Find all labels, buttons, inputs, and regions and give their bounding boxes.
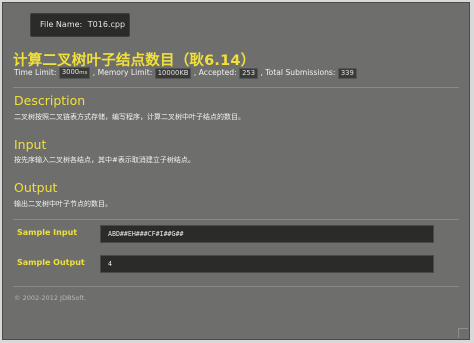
accepted-label: , Accepted: [193,68,237,77]
footer-divider [13,286,459,287]
total-submissions-value: 339 [337,67,357,79]
memory-limit-value: 10000KB [154,67,192,79]
sample-output-box[interactable]: 4 [100,255,434,273]
file-name-label: File Name: [40,20,83,29]
input-heading: Input [14,137,47,152]
problem-stats: Time Limit: 3000ms , Memory Limit: 10000… [14,67,357,79]
total-submissions-label: , Total Submissions: [260,68,336,77]
header-divider [13,87,459,88]
copyright-footer: © 2002-2012 JDBSoft. [14,294,87,302]
output-text: 输出二叉树中叶子节点的数目。 [14,200,112,208]
samples-divider [13,219,459,220]
memory-limit-label: , Memory Limit: [92,68,153,77]
time-limit-value: 3000 [61,68,80,76]
description-text: 二叉树按照二叉链表方式存储，编写程序，计算二叉树中叶子结点的数目。 [14,113,245,121]
sample-output-label: Sample Output [17,258,85,267]
time-limit-badge: 3000ms [58,67,91,79]
sample-input-box[interactable]: ABD##EH###CF#I##G## [100,225,434,243]
sample-input-label: Sample Input [17,228,78,237]
file-name-value: T016.cpp [87,20,126,29]
resize-grip-icon[interactable] [458,328,468,338]
description-heading: Description [14,93,86,108]
input-text: 按先序输入二叉树各结点，其中#表示取消建立子树结点。 [14,156,195,164]
file-name-tab[interactable]: File Name: T016.cpp [30,13,130,37]
accepted-value: 253 [239,67,259,79]
time-limit-label: Time Limit: [14,68,57,77]
problem-window: File Name: T016.cpp 计算二叉树叶子结点数目（耿6.14） T… [2,2,470,340]
output-heading: Output [14,180,58,195]
time-limit-unit: ms [79,70,88,76]
